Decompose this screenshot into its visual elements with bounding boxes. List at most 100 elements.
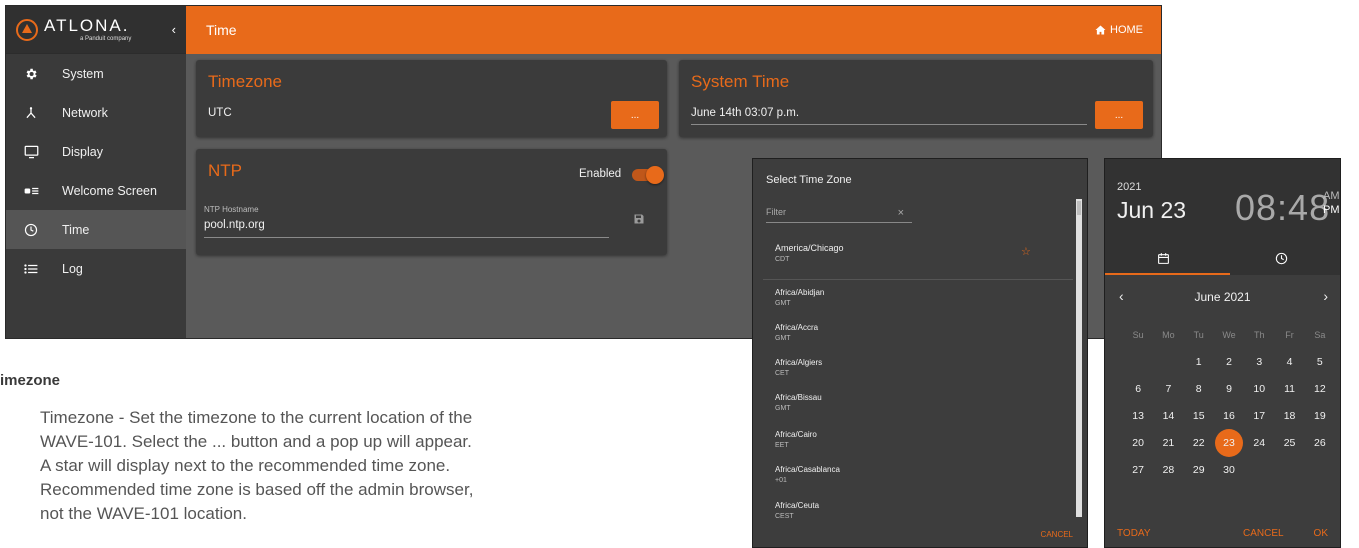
calendar-day[interactable]: 19 — [1305, 404, 1335, 428]
calendar-day[interactable]: 2 — [1214, 350, 1244, 374]
clock-icon — [1275, 252, 1287, 264]
day-number: 15 — [1192, 409, 1205, 422]
date-time-picker: 2021 Jun 23 08:48 AM PM ‹ June 2021 › Su… — [1104, 158, 1341, 548]
day-number: 5 — [1316, 355, 1323, 368]
sidebar-item-network[interactable]: Network — [6, 93, 186, 132]
calendar-day[interactable]: 18 — [1274, 404, 1304, 428]
calendar-day[interactable]: 1 — [1184, 350, 1214, 374]
calendar-day[interactable]: 10 — [1244, 377, 1274, 401]
calendar-day[interactable]: 26 — [1305, 431, 1335, 455]
ntp-enabled-toggle[interactable] — [632, 166, 664, 184]
welcome-screen-icon — [22, 182, 40, 200]
empty-day-cell — [1305, 458, 1335, 482]
calendar-day[interactable]: 5 — [1305, 350, 1335, 374]
calendar-day[interactable]: 11 — [1274, 377, 1304, 401]
calendar-day[interactable]: 22 — [1184, 431, 1214, 455]
system-time-value[interactable]: June 14th 03:07 p.m. — [691, 107, 799, 119]
calendar-day[interactable]: 3 — [1244, 350, 1274, 374]
list-item[interactable]: Africa/Accra GMT — [775, 322, 818, 344]
scrollbar-thumb[interactable] — [1077, 201, 1081, 215]
next-month-chevron-icon[interactable]: › — [1323, 288, 1328, 304]
tab-time[interactable] — [1223, 241, 1341, 275]
list-item[interactable]: Africa/Cairo EET — [775, 429, 817, 451]
calendar-day[interactable]: 30 — [1214, 458, 1244, 482]
brand-subtitle: a Panduit company — [80, 36, 132, 42]
collapse-sidebar-button[interactable]: ‹ — [172, 22, 176, 37]
sidebar-item-display[interactable]: Display — [6, 132, 186, 171]
day-number: 7 — [1165, 382, 1172, 395]
day-number: 18 — [1283, 409, 1296, 422]
list-item[interactable]: Africa/Ceuta CEST — [775, 500, 819, 522]
sidebar-item-label: Time — [62, 222, 90, 237]
today-button[interactable]: TODAY — [1117, 528, 1151, 539]
day-number: 16 — [1223, 409, 1235, 422]
home-link[interactable]: HOME — [1095, 24, 1143, 36]
brand: ATLONA. a Panduit company ‹ — [6, 6, 186, 54]
clear-filter-icon[interactable]: × — [898, 207, 904, 219]
brand-name: ATLONA. — [44, 16, 130, 35]
ok-button[interactable]: OK — [1314, 528, 1328, 539]
list-item[interactable]: Africa/Abidjan GMT — [775, 287, 824, 309]
system-time-select-button[interactable]: ... — [1095, 101, 1143, 129]
calendar-day[interactable]: 9 — [1214, 377, 1244, 401]
picker-time[interactable]: 08:48 — [1235, 187, 1330, 229]
sidebar-item-label: Display — [62, 144, 103, 159]
picker-year[interactable]: 2021 — [1117, 181, 1141, 193]
calendar-day[interactable]: 27 — [1123, 458, 1153, 482]
picker-tabs — [1105, 241, 1340, 275]
calendar-day[interactable]: 16 — [1214, 404, 1244, 428]
calendar-day[interactable]: 7 — [1153, 377, 1183, 401]
calendar-day[interactable]: 21 — [1153, 431, 1183, 455]
list-item[interactable]: Africa/Casablanca +01 — [775, 464, 840, 486]
sidebar-item-welcome-screen[interactable]: Welcome Screen — [6, 171, 186, 210]
selected-day-cell[interactable]: 23 — [1214, 428, 1244, 457]
list-scrollbar[interactable] — [1076, 199, 1082, 517]
sidebar-item-label: Welcome Screen — [62, 183, 157, 198]
list-item[interactable]: Africa/Algiers CET — [775, 357, 822, 379]
calendar-day[interactable]: 4 — [1274, 350, 1304, 374]
tab-date[interactable] — [1105, 241, 1223, 275]
empty-day-cell — [1274, 458, 1304, 482]
weekday-label: Fr — [1285, 329, 1294, 340]
am-option[interactable]: AM — [1323, 189, 1340, 203]
calendar-day[interactable]: 6 — [1123, 377, 1153, 401]
pm-option[interactable]: PM — [1323, 203, 1340, 217]
zone-name: Africa/Algiers — [775, 358, 823, 367]
description-line: not the WAVE-101 location. — [40, 504, 247, 523]
day-number: 21 — [1162, 436, 1175, 449]
sidebar-item-system[interactable]: System — [6, 54, 186, 93]
calendar-day[interactable]: 17 — [1244, 404, 1274, 428]
calendar-day[interactable]: 12 — [1305, 377, 1335, 401]
calendar-day[interactable]: 13 — [1123, 404, 1153, 428]
day-number: 19 — [1313, 409, 1326, 422]
save-icon[interactable] — [633, 212, 645, 230]
picker-cancel-button[interactable]: CANCEL — [1243, 528, 1284, 539]
calendar-day[interactable]: 24 — [1244, 431, 1274, 455]
timezone-select-button[interactable]: ... — [611, 101, 659, 129]
ntp-toggle-label: Enabled — [579, 168, 622, 180]
timezone-card: Timezone UTC ... — [196, 60, 667, 137]
calendar-day[interactable]: 15 — [1184, 404, 1214, 428]
calendar-day[interactable]: 8 — [1184, 377, 1214, 401]
calendar-day[interactable]: 14 — [1153, 404, 1183, 428]
network-icon — [22, 104, 40, 122]
sidebar-item-log[interactable]: Log — [6, 249, 186, 288]
dialog-cancel-button[interactable]: CANCEL — [1041, 530, 1073, 539]
calendar-day[interactable]: 29 — [1184, 458, 1214, 482]
description-line: Recommended time zone is based off the a… — [40, 480, 474, 499]
list-item[interactable]: Africa/Bissau GMT — [775, 392, 822, 414]
ntp-hostname-field[interactable]: pool.ntp.org — [204, 219, 265, 231]
gear-icon — [22, 65, 40, 83]
sidebar-item-time[interactable]: Time — [6, 210, 186, 249]
zone-name: America/Chicago — [775, 243, 844, 253]
filter-input[interactable]: Filter × — [766, 207, 912, 223]
picker-date[interactable]: Jun 23 — [1117, 197, 1186, 224]
calendar-grid: Su Mo Tu We Th Fr Sa 1 2 3 4 5 6 7 8 9 10 11 12 13 14 15 16 17 1… — [1123, 321, 1335, 483]
day-number: 11 — [1284, 382, 1295, 395]
calendar-day[interactable]: 25 — [1274, 431, 1304, 455]
calendar-day[interactable]: 28 — [1153, 458, 1183, 482]
weekday-header-row: Su Mo Tu We Th Fr Sa — [1123, 321, 1335, 348]
recommended-zone-item[interactable]: America/Chicago CDT — [775, 243, 844, 265]
calendar-day[interactable]: 20 — [1123, 431, 1153, 455]
zone-abbr: +01 — [775, 477, 787, 484]
